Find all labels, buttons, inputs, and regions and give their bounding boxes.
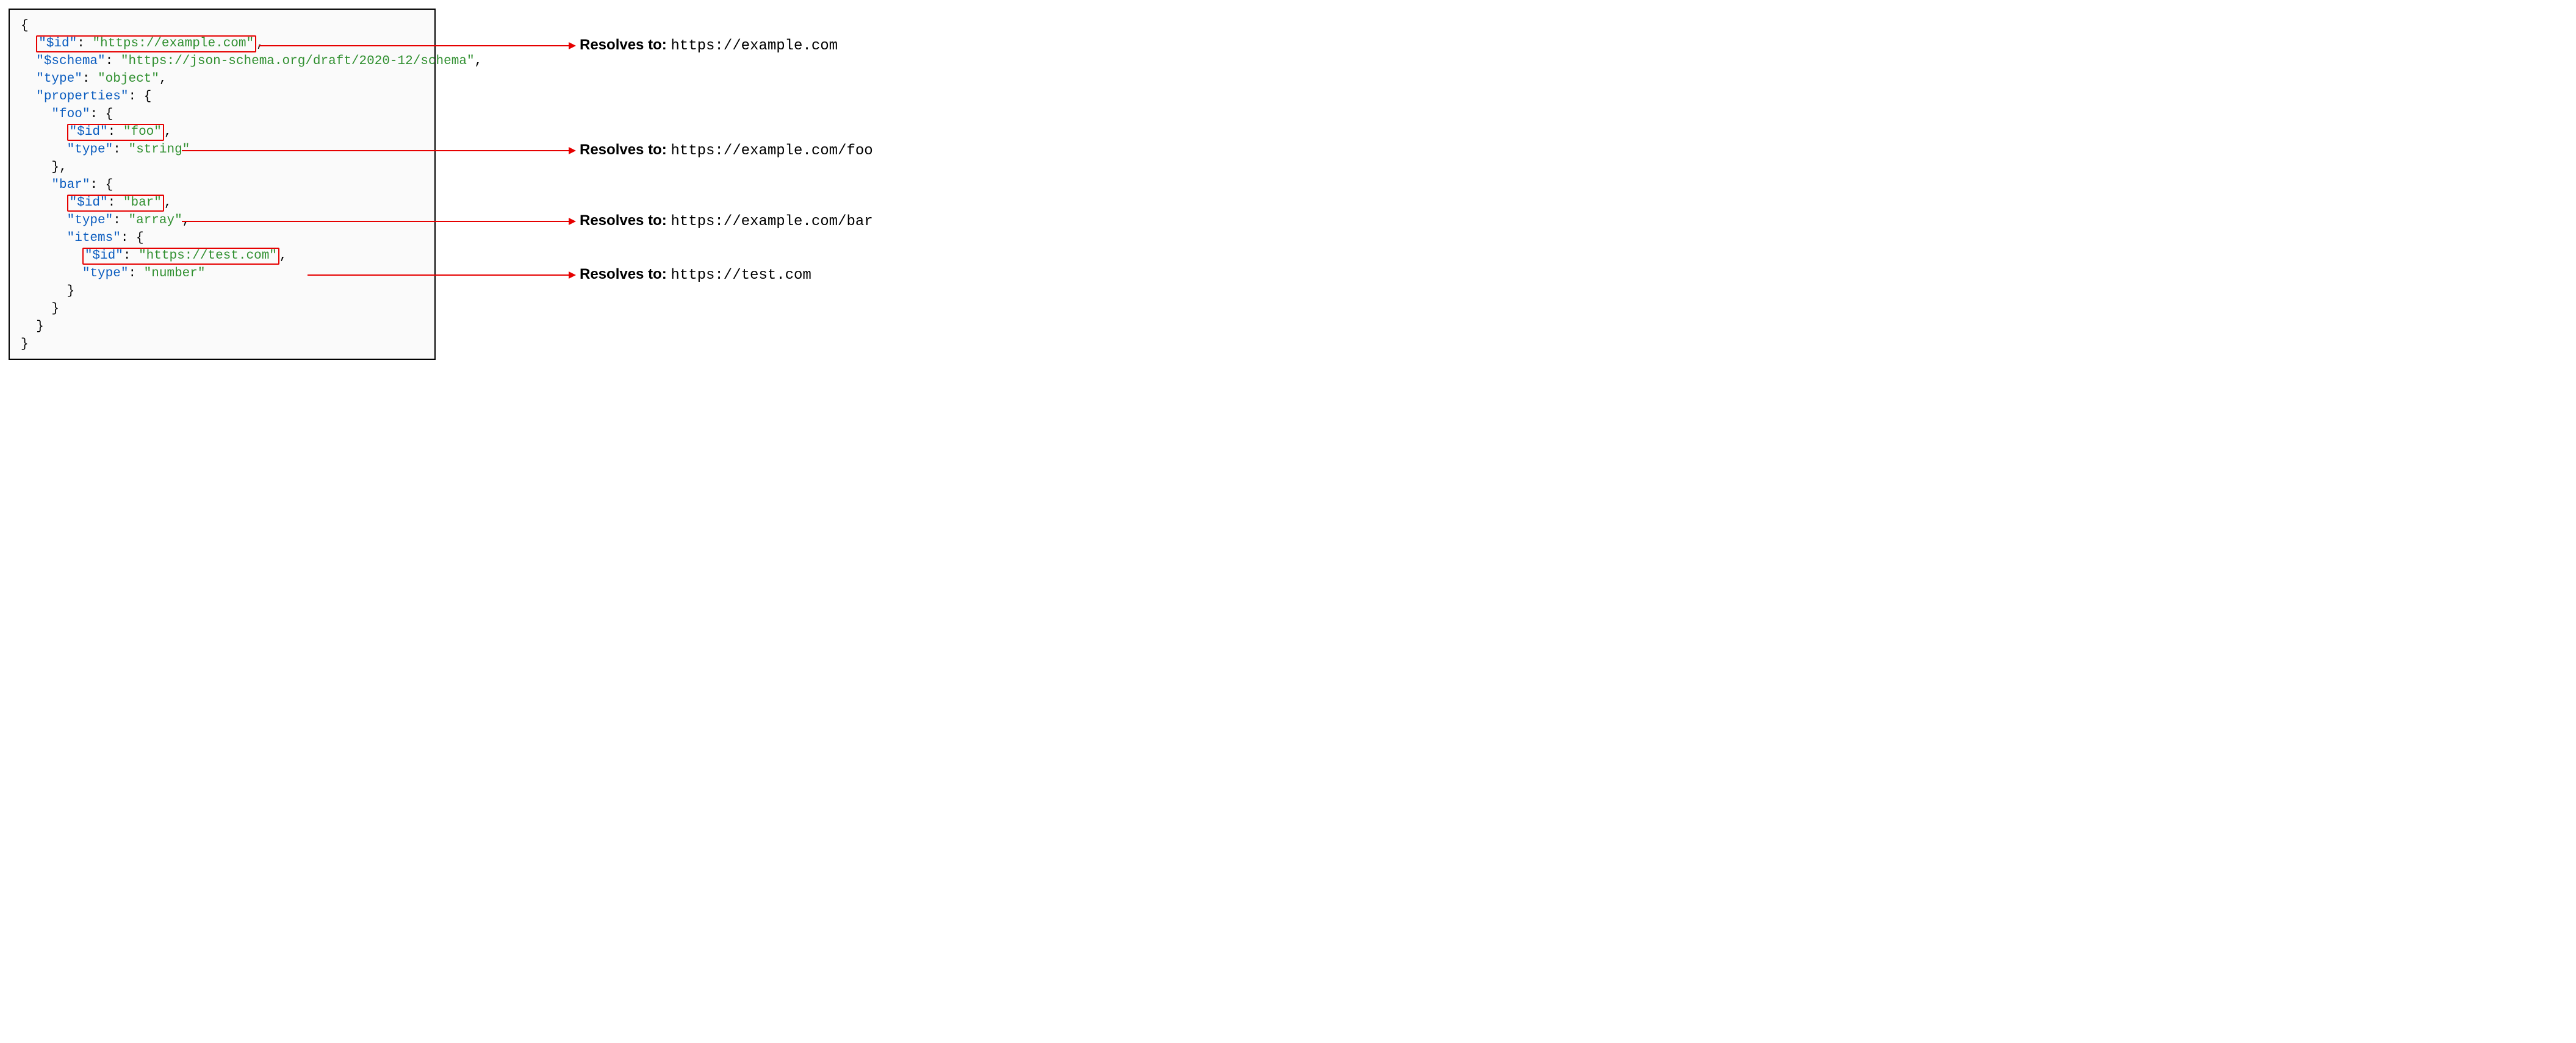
callout-label: Resolves to: — [580, 37, 667, 53]
json-code: { "$id": "https://example.com", "$schema… — [21, 17, 423, 353]
json-key: "$id" — [85, 249, 123, 263]
brace-close: }, — [51, 160, 67, 174]
id-highlight-1: "$id": "https://example.com" — [36, 35, 256, 52]
callout-text: Resolves to: https://example.com/foo — [580, 142, 873, 159]
callout-label: Resolves to: — [580, 266, 667, 282]
id-highlight-2: "$id": "foo" — [67, 124, 164, 141]
json-key: "$id" — [38, 37, 77, 51]
arrow-head-icon — [569, 42, 576, 49]
brace-close: } — [36, 320, 44, 334]
brace-close: } — [21, 337, 29, 351]
brace-open: { — [21, 19, 29, 33]
json-key: "properties" — [36, 90, 128, 104]
brace-close: } — [67, 284, 75, 298]
id-highlight-3: "$id": "bar" — [67, 195, 164, 212]
json-key: "foo" — [51, 107, 90, 121]
json-key: "items" — [67, 231, 121, 245]
json-string: "string" — [128, 143, 190, 157]
json-string: "array" — [128, 213, 182, 228]
json-string: "https://example.com" — [92, 37, 254, 51]
json-key: "type" — [67, 213, 113, 228]
callout-text: Resolves to: https://example.com — [580, 37, 838, 54]
diagram-stage: { "$id": "https://example.com", "$schema… — [0, 0, 940, 384]
brace-close: } — [51, 302, 59, 316]
callout-label: Resolves to: — [580, 212, 667, 229]
callout-text: Resolves to: https://example.com/bar — [580, 212, 873, 230]
json-key: "type" — [82, 267, 129, 281]
json-string: "number" — [144, 267, 206, 281]
json-key: "type" — [67, 143, 113, 157]
json-key: "$schema" — [36, 54, 105, 68]
json-key: "$id" — [70, 125, 108, 139]
json-string: "bar" — [123, 196, 162, 210]
arrow-head-icon — [569, 271, 576, 279]
id-highlight-4: "$id": "https://test.com" — [82, 248, 279, 265]
json-key: "type" — [36, 72, 82, 86]
arrow-head-icon — [569, 147, 576, 154]
json-key: "bar" — [51, 178, 90, 192]
json-string: "foo" — [123, 125, 162, 139]
json-key: "$id" — [70, 196, 108, 210]
arrow-head-icon — [569, 218, 576, 225]
callout-value: https://test.com — [671, 267, 811, 284]
json-string: "https://test.com" — [139, 249, 277, 263]
json-string: "https://json-schema.org/draft/2020-12/s… — [121, 54, 475, 68]
callout-label: Resolves to: — [580, 142, 667, 158]
callout-value: https://example.com/bar — [671, 213, 872, 230]
callout-value: https://example.com/foo — [671, 143, 872, 159]
json-string: "object" — [98, 72, 159, 86]
code-panel: { "$id": "https://example.com", "$schema… — [9, 9, 436, 360]
callout-text: Resolves to: https://test.com — [580, 266, 811, 284]
callout-value: https://example.com — [671, 38, 838, 54]
